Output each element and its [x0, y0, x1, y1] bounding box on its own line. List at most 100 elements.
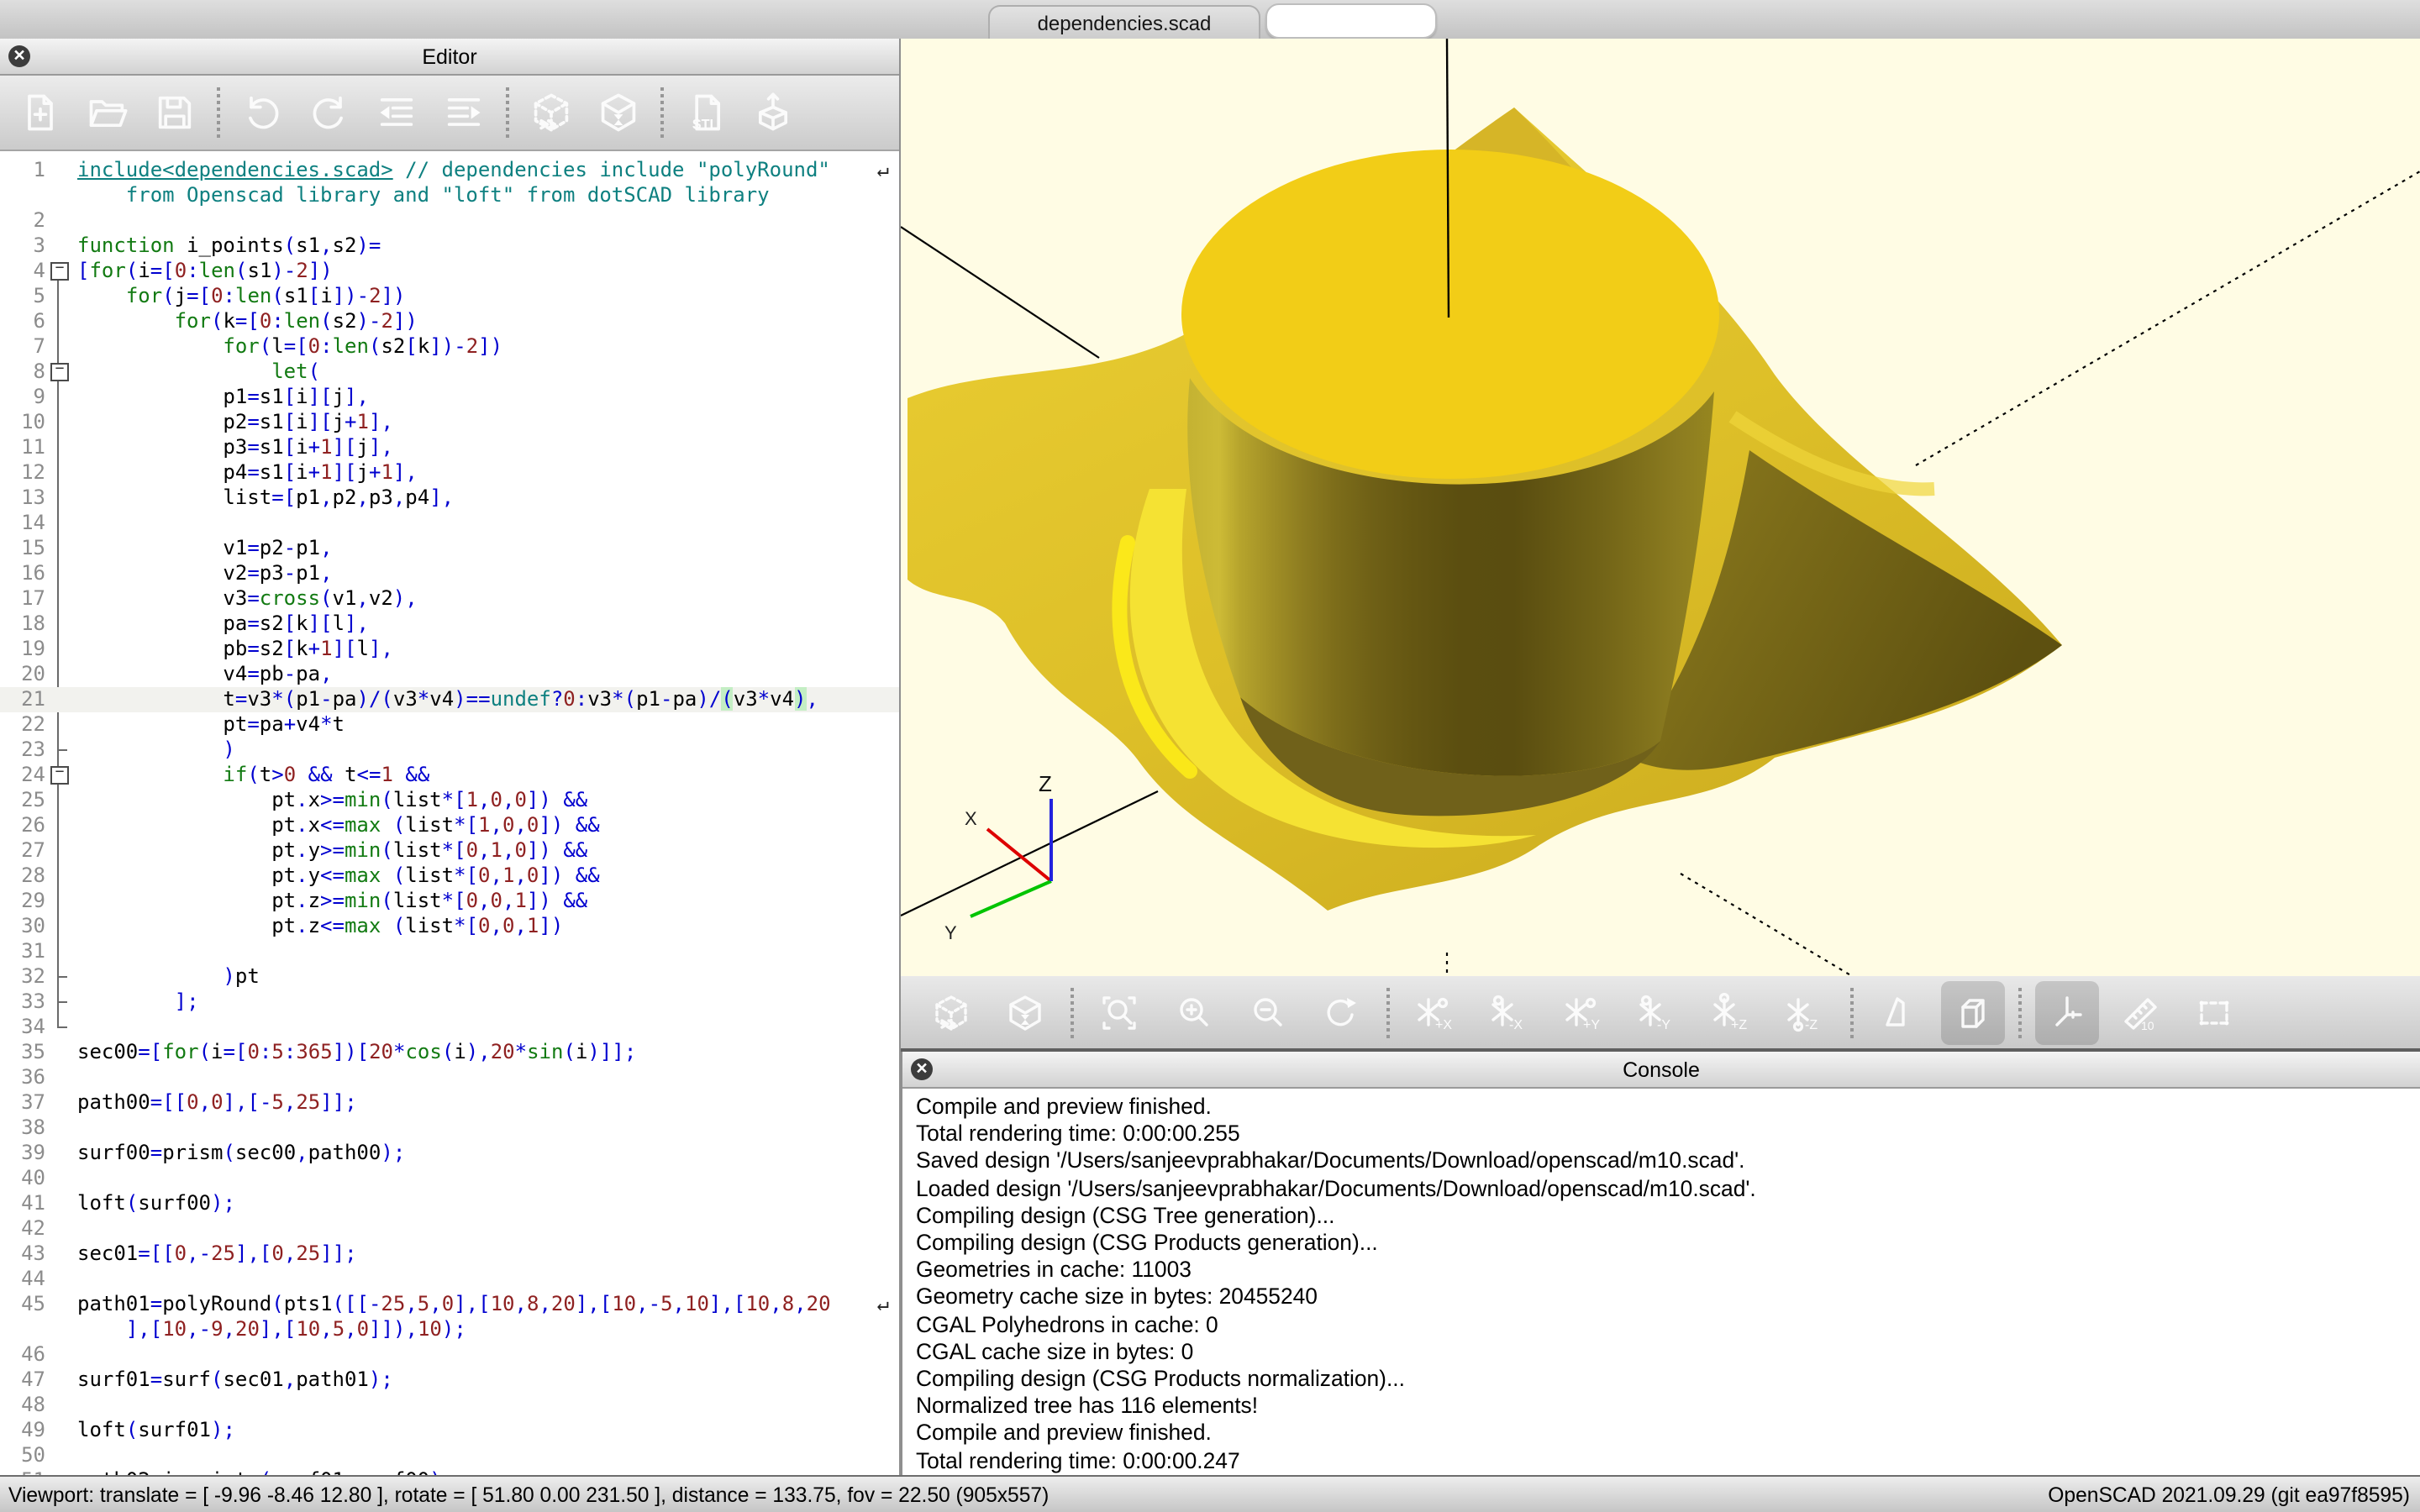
fold-column[interactable]	[45, 1141, 77, 1166]
code-row[interactable]: 36	[0, 1065, 899, 1090]
save-button[interactable]	[146, 84, 203, 141]
code-row[interactable]: 16 v2=p3-p1,	[0, 561, 899, 586]
fold-column[interactable]	[45, 309, 77, 334]
fold-column[interactable]	[45, 284, 77, 309]
fold-column[interactable]	[45, 1191, 77, 1216]
redo-button[interactable]	[301, 84, 358, 141]
zoom-out-button[interactable]	[1235, 980, 1299, 1044]
code-row[interactable]: 19 pb=s2[k+1][l],	[0, 637, 899, 662]
code-row[interactable]: 27 pt.y>=min(list*[0,1,0]) &&	[0, 838, 899, 864]
code-row[interactable]: 5 for(j=[0:len(s1[i])-2])	[0, 284, 899, 309]
fold-column[interactable]	[45, 838, 77, 864]
orthographic-button[interactable]	[1941, 980, 2005, 1044]
fold-column[interactable]	[45, 1468, 77, 1475]
fold-column[interactable]	[45, 586, 77, 612]
code-row[interactable]: 45path01=polyRound(pts1([[-25,5,0],[10,8…	[0, 1292, 899, 1317]
code-row[interactable]: 14	[0, 511, 899, 536]
fold-column[interactable]	[45, 334, 77, 360]
fold-column[interactable]	[45, 1418, 77, 1443]
code-row[interactable]: 37path00=[[0,0],[-5,25]];	[0, 1090, 899, 1116]
fold-column[interactable]	[45, 1267, 77, 1292]
fold-column[interactable]	[45, 813, 77, 838]
fold-column[interactable]	[45, 763, 77, 788]
code-row[interactable]: 8 let(	[0, 360, 899, 385]
code-row[interactable]: 10 p2=s1[i][j+1],	[0, 410, 899, 435]
code-editor[interactable]: −−− 1include<dependencies.scad> // depen…	[0, 151, 899, 1475]
fold-column[interactable]	[45, 788, 77, 813]
fold-column[interactable]	[45, 158, 77, 183]
fold-column[interactable]	[45, 385, 77, 410]
code-row[interactable]: 26 pt.x<=max (list*[1,0,0]) &&	[0, 813, 899, 838]
code-row[interactable]: 25 pt.x>=min(list*[1,0,0]) &&	[0, 788, 899, 813]
fold-column[interactable]	[45, 486, 77, 511]
show-scale-button[interactable]: 10	[2109, 980, 2173, 1044]
preview-button[interactable]	[523, 84, 580, 141]
fold-column[interactable]	[45, 460, 77, 486]
fold-column[interactable]	[45, 410, 77, 435]
code-row[interactable]: 31	[0, 939, 899, 964]
render-button[interactable]	[590, 84, 647, 141]
fold-column[interactable]	[45, 259, 77, 284]
code-row[interactable]: 46	[0, 1342, 899, 1368]
code-row[interactable]: 33 ];	[0, 990, 899, 1015]
code-row[interactable]: 13 list=[p1,p2,p3,p4],	[0, 486, 899, 511]
preview-button[interactable]	[919, 980, 983, 1044]
fold-column[interactable]	[45, 234, 77, 259]
fold-column[interactable]	[45, 612, 77, 637]
fold-column[interactable]	[45, 1242, 77, 1267]
view-minus-y-button[interactable]: -Y	[1625, 980, 1689, 1044]
code-row[interactable]: 22 pt=pa+v4*t	[0, 712, 899, 738]
code-row[interactable]: ],[10,-9,20],[10,5,0]]),10);	[0, 1317, 899, 1342]
code-row[interactable]: 24 if(t>0 && t<=1 &&	[0, 763, 899, 788]
fold-column[interactable]	[45, 435, 77, 460]
view-minus-x-button[interactable]: -X	[1477, 980, 1541, 1044]
fold-column[interactable]	[45, 1116, 77, 1141]
fold-column[interactable]	[45, 889, 77, 914]
fold-column[interactable]	[45, 687, 77, 712]
code-row[interactable]: 17 v3=cross(v1,v2),	[0, 586, 899, 612]
fold-column[interactable]	[45, 738, 77, 763]
code-row[interactable]: 6 for(k=[0:len(s2)-2])	[0, 309, 899, 334]
fold-column[interactable]	[45, 637, 77, 662]
fold-column[interactable]	[45, 1015, 77, 1040]
code-row[interactable]: 41loft(surf00);	[0, 1191, 899, 1216]
close-icon[interactable]: ✕	[911, 1058, 933, 1080]
code-row[interactable]: 38	[0, 1116, 899, 1141]
close-icon[interactable]: ✕	[8, 45, 30, 67]
3d-viewport[interactable]: X Y Z	[901, 39, 2420, 976]
render-button[interactable]	[993, 980, 1057, 1044]
code-row[interactable]: from Openscad library and "loft" from do…	[0, 183, 899, 208]
fold-column[interactable]	[45, 964, 77, 990]
code-row[interactable]: 32 )pt	[0, 964, 899, 990]
zoom-all-button[interactable]	[1087, 980, 1151, 1044]
code-row[interactable]: 44	[0, 1267, 899, 1292]
code-row[interactable]: 1include<dependencies.scad> // dependenc…	[0, 158, 899, 183]
code-row[interactable]: 48	[0, 1393, 899, 1418]
fold-column[interactable]	[45, 1090, 77, 1116]
tab-active-untitled[interactable]	[1265, 3, 1437, 39]
fold-column[interactable]	[45, 712, 77, 738]
code-row[interactable]: 50	[0, 1443, 899, 1468]
fold-column[interactable]	[45, 561, 77, 586]
fold-column[interactable]	[45, 1216, 77, 1242]
fold-column[interactable]	[45, 864, 77, 889]
fold-column[interactable]	[45, 536, 77, 561]
view-plus-z-button[interactable]: +Z	[1699, 980, 1763, 1044]
code-row[interactable]: 21 t=v3*(p1-pa)/(v3*v4)==undef?0:v3*(p1-…	[0, 687, 899, 712]
fold-column[interactable]	[45, 1368, 77, 1393]
unindent-button[interactable]	[368, 84, 425, 141]
code-row[interactable]: 2	[0, 208, 899, 234]
code-row[interactable]: 3function i_points(s1,s2)=	[0, 234, 899, 259]
fold-column[interactable]	[45, 990, 77, 1015]
fold-column[interactable]	[45, 183, 77, 208]
view-plus-x-button[interactable]: +X	[1403, 980, 1467, 1044]
fold-column[interactable]	[45, 511, 77, 536]
perspective-button[interactable]	[1867, 980, 1931, 1044]
code-row[interactable]: 34	[0, 1015, 899, 1040]
open-button[interactable]	[79, 84, 136, 141]
export-model-button[interactable]	[744, 84, 802, 141]
code-row[interactable]: 18 pa=s2[k][l],	[0, 612, 899, 637]
fold-column[interactable]	[45, 939, 77, 964]
code-row[interactable]: 4[for(i=[0:len(s1)-2])	[0, 259, 899, 284]
code-row[interactable]: 28 pt.y<=max (list*[0,1,0]) &&	[0, 864, 899, 889]
